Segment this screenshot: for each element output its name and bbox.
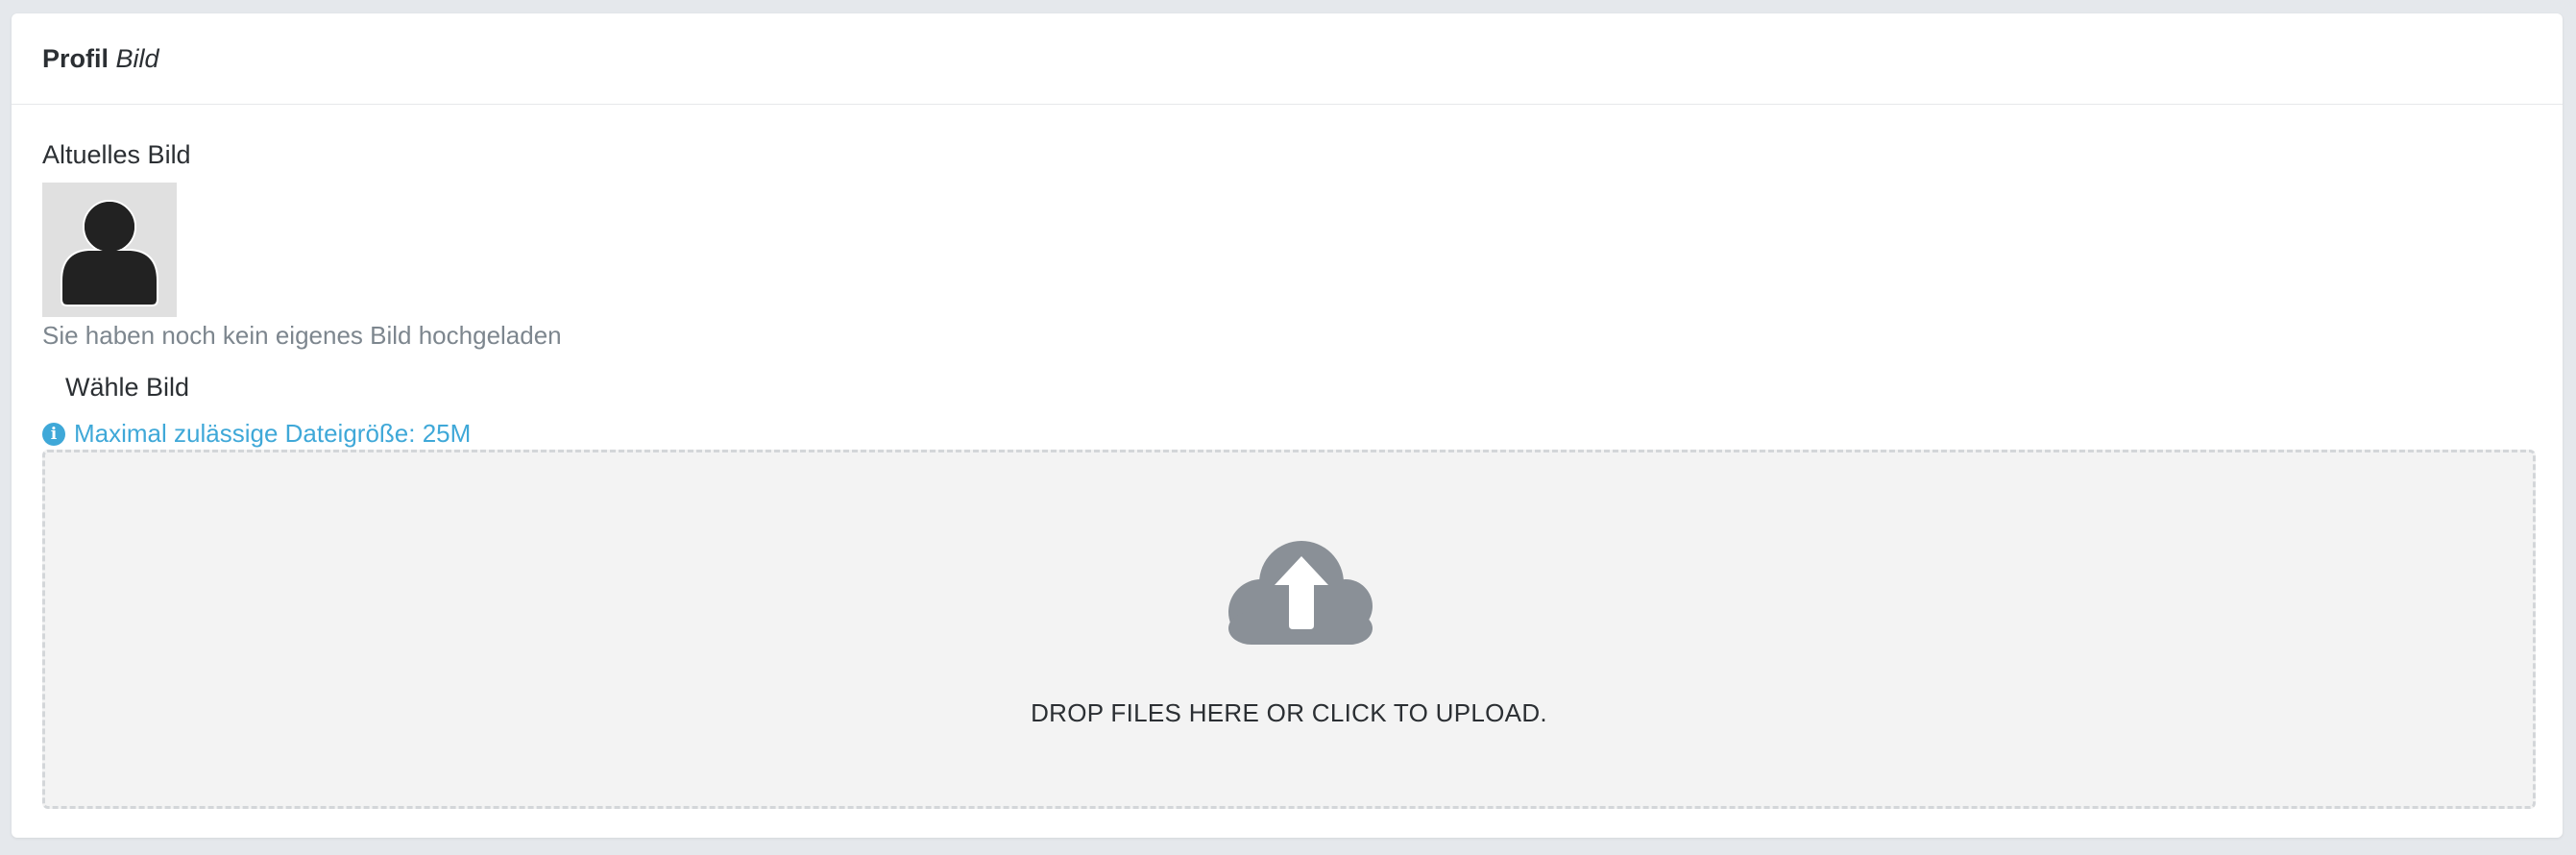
upload-dropzone[interactable]: DROP FILES HERE OR CLICK TO UPLOAD. <box>42 450 2536 809</box>
max-file-size-text: Maximal zulässige Dateigröße: 25M <box>74 419 472 448</box>
cloud-upload-icon <box>1228 541 1373 645</box>
max-file-size-note: i Maximal zulässige Dateigröße: 25M <box>42 419 471 449</box>
no-image-hint: Sie haben noch kein eigenes Bild hochgel… <box>42 321 562 350</box>
card-title-bold: Profil <box>42 44 109 73</box>
card-title: Profil Bild <box>42 44 159 74</box>
dropzone-text: DROP FILES HERE OR CLICK TO UPLOAD. <box>1031 698 1547 727</box>
card-title-italic: Bild <box>115 44 159 73</box>
choose-image-label: Wähle Bild <box>65 373 190 402</box>
user-silhouette-icon <box>61 200 158 306</box>
avatar <box>42 183 177 317</box>
info-icon: i <box>42 422 65 446</box>
profile-image-card: Profil Bild Altuelles Bild Sie haben noc… <box>12 13 2563 838</box>
current-image-label: Altuelles Bild <box>42 140 191 169</box>
card-header: Profil Bild <box>12 13 2563 105</box>
